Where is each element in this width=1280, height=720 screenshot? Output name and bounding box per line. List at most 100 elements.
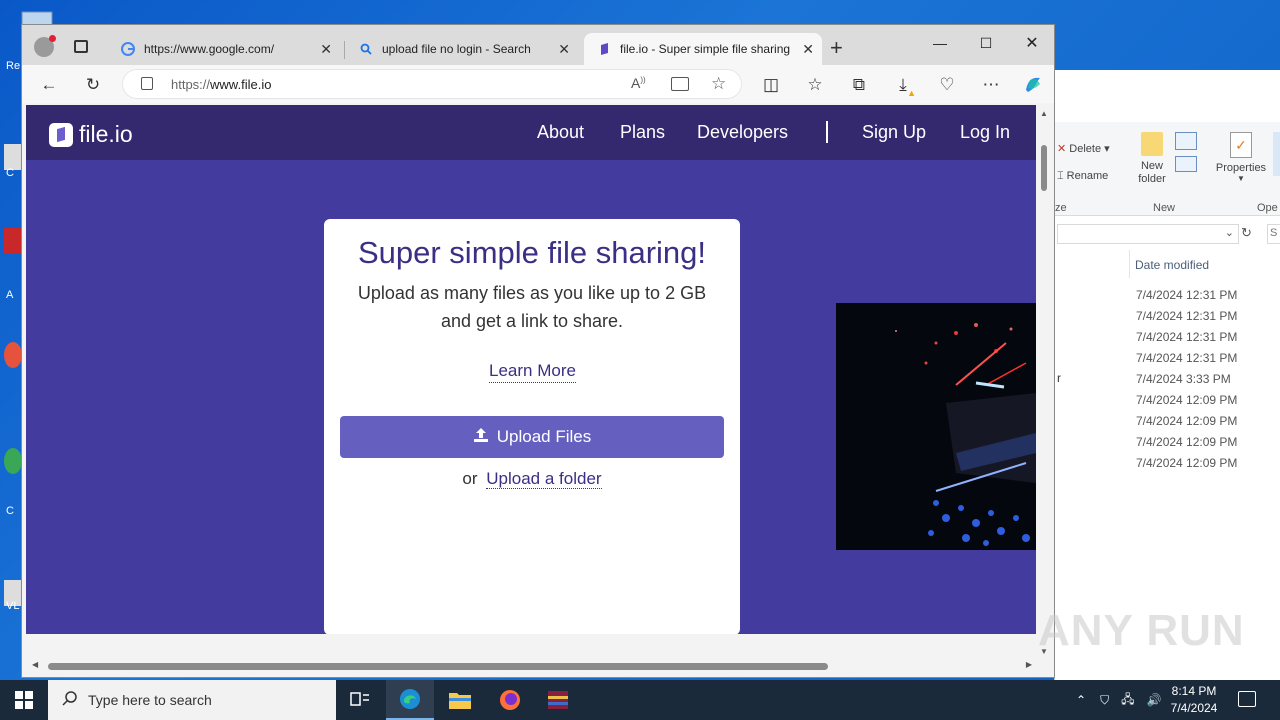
tab-actions-icon[interactable] xyxy=(74,40,88,53)
favorite-star-icon[interactable]: ☆ xyxy=(711,74,726,94)
horizontal-scroll-thumb[interactable] xyxy=(48,663,828,670)
chrome-shortcut-icon[interactable] xyxy=(4,448,22,474)
taskbar-winrar[interactable] xyxy=(534,680,582,720)
site-logo[interactable]: file.io xyxy=(49,121,133,148)
lock-icon[interactable] xyxy=(141,77,153,90)
explorer-search-box[interactable]: S xyxy=(1267,224,1280,244)
refresh-icon[interactable]: ↻ xyxy=(1241,225,1252,241)
desktop-label: VL xyxy=(6,600,20,612)
taskbar-edge[interactable] xyxy=(386,680,434,720)
desktop-label: C xyxy=(6,505,14,517)
desktop-label: A xyxy=(6,289,14,301)
close-window-button[interactable]: ✕ xyxy=(1014,31,1050,55)
new-folder-button[interactable]: New folder xyxy=(1129,130,1175,186)
network-icon[interactable]: 🖧 xyxy=(1121,690,1134,711)
volume-icon[interactable]: 🔊 xyxy=(1146,693,1161,707)
nav-developers[interactable]: Developers xyxy=(697,122,788,143)
date-modified-cell[interactable]: 7/4/2024 12:09 PM xyxy=(1136,435,1237,449)
read-aloud-icon[interactable]: A)) xyxy=(631,75,646,91)
favorites-icon[interactable]: ☆ xyxy=(804,74,826,96)
fileio-logo-icon xyxy=(49,122,73,147)
date-modified-cell[interactable]: 7/4/2024 3:33 PM xyxy=(1136,372,1231,386)
desktop-label: Re xyxy=(6,60,21,72)
upload-folder-link[interactable]: Upload a folder xyxy=(486,469,602,489)
column-header-date[interactable]: Date modified xyxy=(1135,258,1209,272)
system-tray: ⌃ ⛉ 🖧 🔊 xyxy=(1068,680,1167,720)
desktop-label: C xyxy=(6,167,14,179)
nav-divider xyxy=(826,121,828,143)
task-view-button[interactable] xyxy=(336,680,384,720)
page-viewport: file.io About Plans Developers Sign Up L… xyxy=(26,105,1036,634)
open-icon[interactable] xyxy=(1273,132,1280,176)
notifications-icon[interactable] xyxy=(1238,691,1256,707)
immersive-reader-icon[interactable] xyxy=(671,77,689,91)
address-bar[interactable]: https://www.file.io A)) ☆ xyxy=(122,69,742,99)
date-modified-cell[interactable]: 7/4/2024 12:31 PM xyxy=(1136,330,1237,344)
tab-google[interactable]: https://www.google.com/ ✕ xyxy=(108,33,340,65)
url-text[interactable]: https://www.file.io xyxy=(171,77,271,92)
explorer-address-bar[interactable]: ⌄ xyxy=(1057,224,1239,244)
fileio-icon xyxy=(596,41,612,57)
new-item-icon[interactable] xyxy=(1175,132,1197,150)
date-modified-cell[interactable]: 7/4/2024 12:09 PM xyxy=(1136,393,1237,407)
nav-about[interactable]: About xyxy=(537,122,584,143)
downloads-icon[interactable]: ⤓ ▲ xyxy=(892,74,916,98)
maximize-button[interactable]: ☐ xyxy=(968,31,1004,55)
date-modified-cell[interactable]: 7/4/2024 12:31 PM xyxy=(1136,288,1237,302)
page-subtitle: Upload as many files as you like up to 2… xyxy=(357,283,707,331)
nav-plans[interactable]: Plans xyxy=(620,122,665,143)
scroll-right-icon[interactable]: ▶ xyxy=(1026,660,1032,669)
upload-folder-row: or Upload a folder xyxy=(462,469,602,489)
easy-access-icon[interactable] xyxy=(1175,156,1197,172)
search-icon xyxy=(62,690,78,711)
security-icon[interactable]: ⛉ xyxy=(1100,693,1109,708)
chevron-up-icon[interactable]: ⌃ xyxy=(1076,693,1086,707)
scroll-up-icon[interactable]: ▲ xyxy=(1040,109,1048,118)
minimize-button[interactable]: — xyxy=(922,31,958,55)
taskbar-file-explorer[interactable] xyxy=(436,680,484,720)
scroll-left-icon[interactable]: ◀ xyxy=(32,660,38,669)
edge-icon xyxy=(400,689,420,709)
vertical-scrollbar[interactable]: ▲ ▼ xyxy=(1036,105,1054,658)
start-button[interactable] xyxy=(0,680,48,720)
date-modified-cell[interactable]: 7/4/2024 12:09 PM xyxy=(1136,414,1237,428)
date-modified-cell[interactable]: 7/4/2024 12:31 PM xyxy=(1136,309,1237,323)
close-tab-icon[interactable]: ✕ xyxy=(558,41,570,58)
tab-bar: https://www.google.com/ ✕ upload file no… xyxy=(22,25,1054,65)
nav-sign-up[interactable]: Sign Up xyxy=(862,122,926,143)
delete-button[interactable]: ✕ Delete ▾ xyxy=(1057,142,1110,155)
page-title: Super simple file sharing! xyxy=(357,235,707,270)
date-modified-cell[interactable]: 7/4/2024 12:09 PM xyxy=(1136,456,1237,470)
google-icon xyxy=(120,41,136,57)
close-tab-icon[interactable]: ✕ xyxy=(802,41,814,58)
split-screen-icon[interactable]: ◫ xyxy=(760,74,782,96)
date-modified-cell[interactable]: 7/4/2024 12:31 PM xyxy=(1136,351,1237,365)
taskbar-firefox[interactable] xyxy=(486,680,534,720)
back-icon[interactable]: ← xyxy=(38,74,60,96)
tab-search[interactable]: upload file no login - Search ✕ xyxy=(346,33,578,65)
new-tab-button[interactable]: + xyxy=(830,37,843,59)
vertical-scroll-thumb[interactable] xyxy=(1041,145,1047,191)
close-tab-icon[interactable]: ✕ xyxy=(320,41,332,58)
chevron-down-icon[interactable]: ⌄ xyxy=(1225,226,1234,239)
file-explorer-window: ✕ Delete ▾ ⌶ Rename ze New folder New ✓ … xyxy=(1054,70,1280,680)
upload-files-button[interactable]: Upload Files xyxy=(340,416,724,458)
learn-more-link[interactable]: Learn More xyxy=(489,361,576,383)
app-shortcut-icon[interactable] xyxy=(4,342,22,368)
tab-title: https://www.google.com/ xyxy=(144,42,275,56)
properties-button[interactable]: ✓ Properties ▼ xyxy=(1213,132,1269,183)
refresh-icon[interactable]: ↻ xyxy=(82,74,104,96)
collections-icon[interactable]: ⧉ xyxy=(848,74,870,96)
rename-button[interactable]: ⌶ Rename xyxy=(1057,170,1108,183)
taskbar-clock[interactable]: 8:14 PM 7/4/2024 xyxy=(1162,683,1226,717)
browser-essentials-icon[interactable]: ♡ xyxy=(936,74,958,96)
horizontal-scrollbar[interactable]: ◀ ▶ xyxy=(26,657,1036,675)
copilot-icon[interactable] xyxy=(1022,74,1044,96)
profile-icon[interactable] xyxy=(34,35,56,57)
nav-log-in[interactable]: Log In xyxy=(960,122,1010,143)
tab-fileio[interactable]: file.io - Super simple file sharing ✕ xyxy=(584,33,822,65)
taskbar-search-box[interactable]: Type here to search xyxy=(48,680,336,720)
more-options-icon[interactable]: ⋯ xyxy=(980,74,1002,96)
file-name-fragment: r xyxy=(1057,371,1061,385)
acrobat-shortcut-icon[interactable] xyxy=(4,228,22,254)
